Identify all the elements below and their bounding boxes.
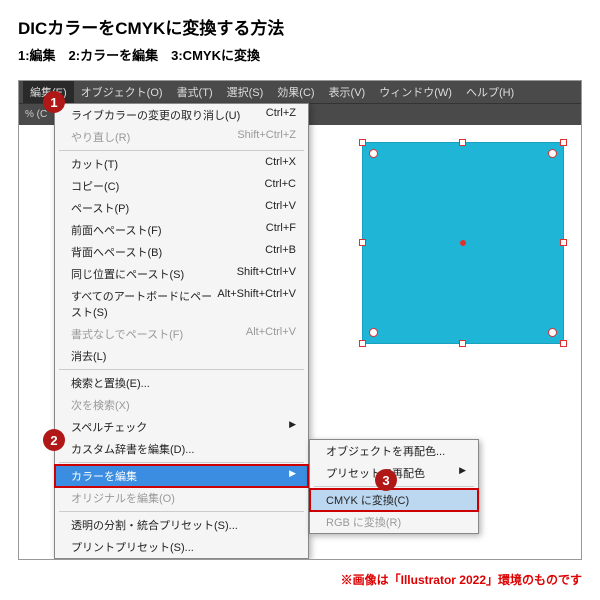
- menu-item[interactable]: スペルチェック ▶: [55, 416, 308, 438]
- separator: [59, 511, 304, 512]
- menu-item-label: ペースト(P): [71, 200, 129, 216]
- menu-item: 書式なしでペースト(F) Alt+Ctrl+V: [55, 323, 308, 345]
- menu-select[interactable]: 選択(S): [220, 81, 271, 103]
- menu-help[interactable]: ヘルプ(H): [459, 81, 521, 103]
- menu-item: 次を検索(X): [55, 394, 308, 416]
- menu-item[interactable]: カット(T) Ctrl+X: [55, 153, 308, 175]
- menu-item: オリジナルを編集(O): [55, 487, 308, 509]
- menu-window[interactable]: ウィンドウ(W): [372, 81, 459, 103]
- menu-item-label: 次を検索(X): [71, 397, 130, 413]
- step-badge-1: 1: [43, 91, 65, 113]
- shortcut-label: Shift+Ctrl+Z: [237, 129, 296, 145]
- handle-bl[interactable]: [359, 340, 366, 347]
- shortcut-label: Ctrl+V: [265, 200, 296, 216]
- menu-item: RGB に変換(R): [310, 511, 478, 533]
- step-badge-2: 2: [43, 429, 65, 451]
- menu-item-label: すべてのアートボードにペースト(S): [71, 288, 217, 320]
- menu-item-label: カスタム辞書を編集(D)...: [71, 441, 194, 457]
- handle-tr[interactable]: [560, 139, 567, 146]
- menu-effect[interactable]: 効果(C): [270, 81, 321, 103]
- menu-item[interactable]: ペースト(P) Ctrl+V: [55, 197, 308, 219]
- menu-item-label: コピー(C): [71, 178, 119, 194]
- menu-item[interactable]: オブジェクトを再配色...: [310, 440, 478, 462]
- shortcut-label: Ctrl+B: [265, 244, 296, 260]
- separator: [59, 462, 304, 463]
- separator: [59, 150, 304, 151]
- menu-item[interactable]: 同じ位置にペースト(S) Shift+Ctrl+V: [55, 263, 308, 285]
- menu-item-label: オリジナルを編集(O): [71, 490, 175, 506]
- handle-tl[interactable]: [359, 139, 366, 146]
- shortcut-label: Ctrl+F: [266, 222, 296, 238]
- selected-rectangle[interactable]: [363, 143, 563, 343]
- shortcut-label: Ctrl+Z: [266, 107, 296, 123]
- menu-item-label: 前面へペースト(F): [71, 222, 162, 238]
- steps-text: 1:編集 2:カラーを編集 3:CMYKに変換: [0, 45, 600, 74]
- corner-widget-tr[interactable]: [548, 149, 557, 158]
- menu-item-label: 検索と置換(E)...: [71, 375, 150, 391]
- menu-item-label: 書式なしでペースト(F): [71, 326, 183, 342]
- menu-type[interactable]: 書式(T): [170, 81, 220, 103]
- menu-item-label: RGB に変換(R): [326, 514, 401, 530]
- menu-item[interactable]: 消去(L): [55, 345, 308, 367]
- menu-item[interactable]: すべてのアートボードにペースト(S)Alt+Shift+Ctrl+V: [55, 285, 308, 323]
- handle-r[interactable]: [560, 239, 567, 246]
- chevron-right-icon: ▶: [459, 465, 466, 481]
- handle-br[interactable]: [560, 340, 567, 347]
- menu-item[interactable]: 背面へペースト(B) Ctrl+B: [55, 241, 308, 263]
- corner-widget-br[interactable]: [548, 328, 557, 337]
- menu-item[interactable]: CMYK に変換(C): [310, 489, 478, 511]
- menu-item-label: CMYK に変換(C): [326, 492, 409, 508]
- shortcut-label: Alt+Shift+Ctrl+V: [217, 288, 296, 320]
- center-point: [460, 240, 466, 246]
- menu-item-label: やり直し(R): [71, 129, 130, 145]
- menu-item-label: スペルチェック: [71, 419, 147, 435]
- menu-item-label: 同じ位置にペースト(S): [71, 266, 184, 282]
- edit-menu-dropdown: ライブカラーの変更の取り消し(U) Ctrl+Z やり直し(R) Shift+Ctrl…: [54, 103, 309, 559]
- zoom-label: % (C: [25, 109, 47, 120]
- menu-item[interactable]: カラーを編集 ▶: [55, 465, 308, 487]
- step-badge-3: 3: [375, 469, 397, 491]
- chevron-right-icon: ▶: [289, 468, 296, 484]
- handle-b[interactable]: [459, 340, 466, 347]
- corner-widget-tl[interactable]: [369, 149, 378, 158]
- shortcut-label: Ctrl+X: [265, 156, 296, 172]
- menu-object[interactable]: オブジェクト(O): [74, 81, 170, 103]
- menu-item-label: カット(T): [71, 156, 118, 172]
- menu-item[interactable]: 透明の分割・統合プリセット(S)...: [55, 514, 308, 536]
- shortcut-label: Shift+Ctrl+V: [237, 266, 296, 282]
- menu-item-label: ライブカラーの変更の取り消し(U): [71, 107, 240, 123]
- menu-item-label: 背面へペースト(B): [71, 244, 162, 260]
- menu-item-label: 透明の分割・統合プリセット(S)...: [71, 517, 238, 533]
- menu-item[interactable]: 検索と置換(E)...: [55, 372, 308, 394]
- menu-item-label: プリントプリセット(S)...: [71, 539, 194, 555]
- menu-item[interactable]: カスタム辞書を編集(D)...: [55, 438, 308, 460]
- separator: [59, 369, 304, 370]
- corner-widget-bl[interactable]: [369, 328, 378, 337]
- menu-item-label: 消去(L): [71, 348, 106, 364]
- menu-item: やり直し(R) Shift+Ctrl+Z: [55, 126, 308, 148]
- handle-t[interactable]: [459, 139, 466, 146]
- app-window: 編集(E) オブジェクト(O) 書式(T) 選択(S) 効果(C) 表示(V) …: [18, 80, 582, 560]
- shortcut-label: Alt+Ctrl+V: [246, 326, 296, 342]
- menu-item-label: オブジェクトを再配色...: [326, 443, 445, 459]
- menu-item-label: カラーを編集: [71, 468, 137, 484]
- page-title: DICカラーをCMYKに変換する方法: [0, 0, 600, 45]
- menu-bar: 編集(E) オブジェクト(O) 書式(T) 選択(S) 効果(C) 表示(V) …: [19, 81, 581, 103]
- chevron-right-icon: ▶: [289, 419, 296, 435]
- handle-l[interactable]: [359, 239, 366, 246]
- menu-item[interactable]: プリントプリセット(S)...: [55, 536, 308, 558]
- menu-item[interactable]: コピー(C) Ctrl+C: [55, 175, 308, 197]
- shortcut-label: Ctrl+C: [265, 178, 296, 194]
- footer-note: ※画像は「Illustrator 2022」環境のものです: [341, 571, 582, 588]
- menu-item[interactable]: ライブカラーの変更の取り消し(U) Ctrl+Z: [55, 104, 308, 126]
- menu-item[interactable]: 前面へペースト(F) Ctrl+F: [55, 219, 308, 241]
- menu-view[interactable]: 表示(V): [322, 81, 373, 103]
